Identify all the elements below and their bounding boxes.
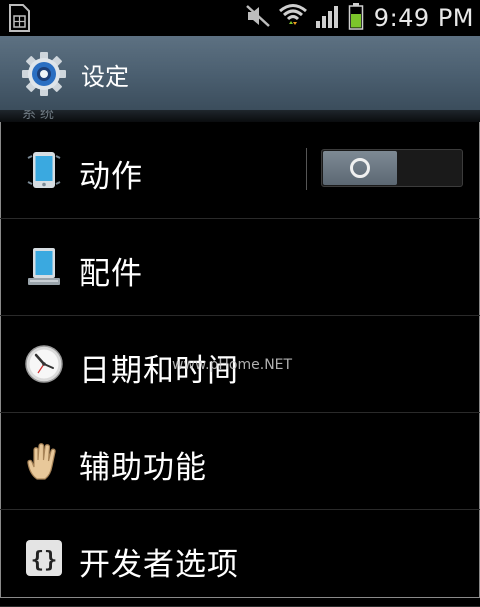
page-title: 设定 <box>81 63 129 91</box>
motion-toggle-switch[interactable] <box>321 149 463 187</box>
action-bar: 设定 <box>0 36 480 111</box>
divider <box>306 148 307 190</box>
toggle-knob <box>323 151 397 185</box>
clock-icon <box>24 344 64 384</box>
settings-item-motion[interactable]: 动作 <box>0 122 480 219</box>
settings-item-label: 辅助功能 <box>79 450 207 486</box>
sim-card-icon <box>7 4 31 36</box>
settings-gear-icon[interactable] <box>20 51 68 101</box>
signal-icon <box>314 3 342 33</box>
battery-icon <box>348 2 364 34</box>
status-bar: 9:49 PM <box>0 0 480 36</box>
status-icons: 9:49 PM <box>244 0 474 36</box>
section-header-partial: 系统 <box>0 110 480 122</box>
settings-item-accessory[interactable]: 配件 <box>0 219 480 316</box>
settings-item-label: 开发者选项 <box>79 547 239 583</box>
accessory-dock-icon <box>24 247 64 287</box>
settings-item-accessibility[interactable]: 辅助功能 <box>0 413 480 510</box>
hand-icon <box>24 441 64 481</box>
clock-time: 9:49 PM <box>373 4 474 32</box>
settings-item-label: 动作 <box>79 159 143 195</box>
mute-icon <box>244 3 272 33</box>
settings-item-label: 配件 <box>79 256 143 292</box>
power-off-icon <box>350 158 370 178</box>
wifi-icon <box>278 2 308 34</box>
motion-phone-icon <box>24 150 64 190</box>
braces-icon: {} <box>24 538 64 578</box>
watermark: www.pHome.NET <box>172 357 293 373</box>
settings-item-developer-options[interactable]: {} 开发者选项 <box>0 510 480 607</box>
svg-text:{}: {} <box>31 548 58 573</box>
